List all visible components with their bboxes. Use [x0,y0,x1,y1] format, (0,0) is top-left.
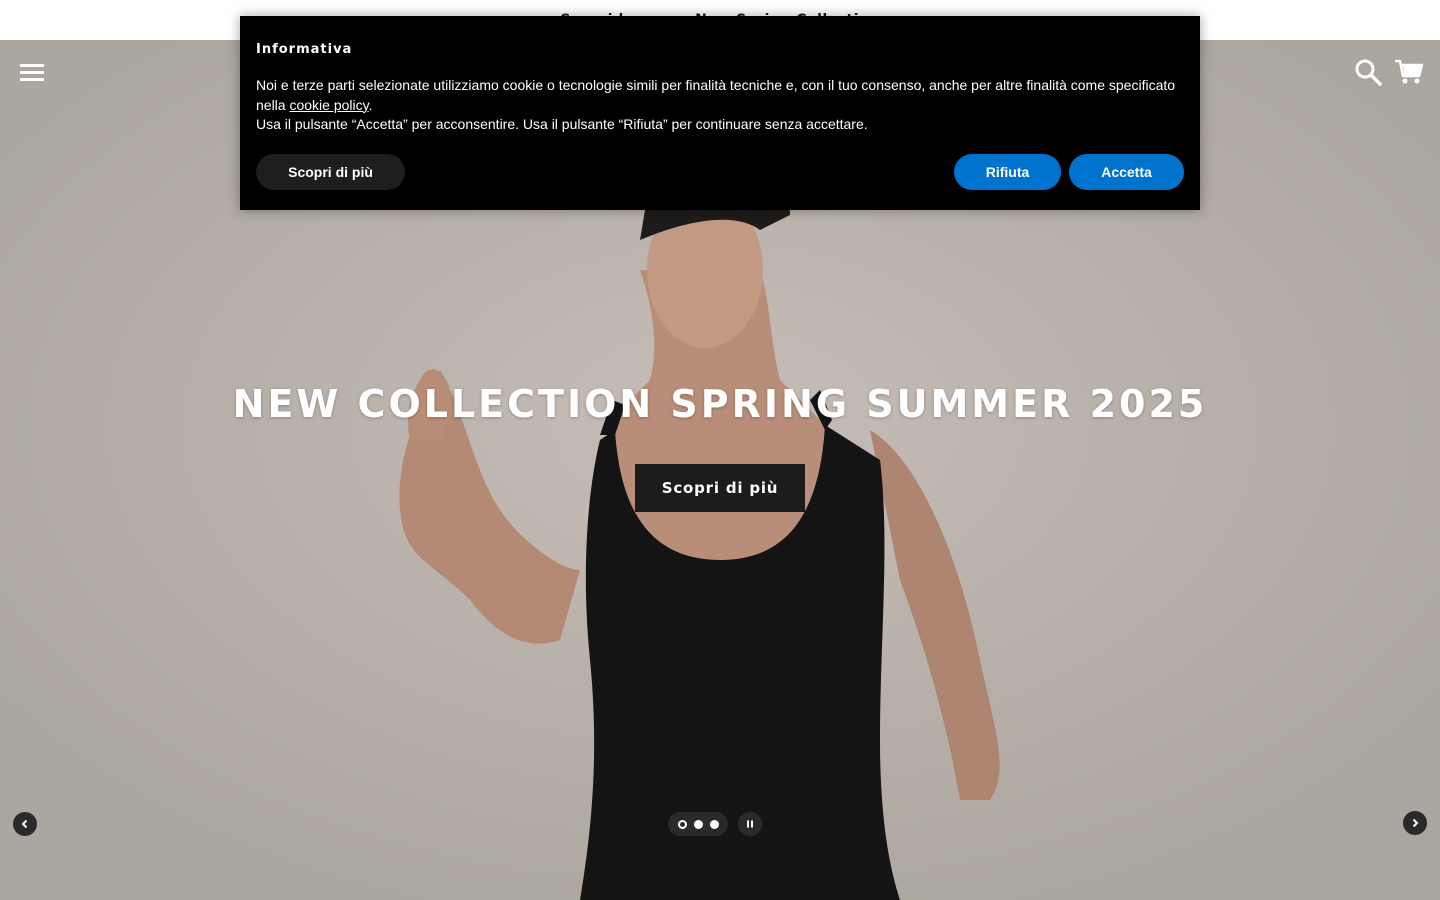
cookie-banner-title: Informativa [256,42,353,57]
slide-next-button[interactable] [1403,811,1427,835]
pause-icon [747,820,753,828]
chevron-left-icon [21,819,28,829]
cookie-reject-button[interactable]: Rifiuta [954,154,1061,190]
cart-icon[interactable] [1394,58,1424,86]
cookie-learn-more-button[interactable]: Scopri di più [256,154,405,190]
slide-dot-3[interactable] [709,819,719,829]
cookie-text-line-2: Usa il pulsante “Accetta” per acconsenti… [256,116,868,132]
cookie-banner: Informativa Noi e terze parti selezionat… [240,16,1200,210]
cookie-text-before-link: Noi e terze parti selezionate utilizziam… [256,77,1176,113]
chevron-right-icon [1412,818,1419,828]
hero-title: NEW COLLECTION SPRING SUMMER 2025 [232,382,1208,426]
cookie-accept-button[interactable]: Accetta [1069,154,1184,190]
cookie-text-line-1: Noi e terze parti selezionate utilizziam… [256,76,1186,115]
cookie-banner-text: Noi e terze parti selezionate utilizziam… [256,76,1186,135]
search-icon[interactable] [1354,58,1382,86]
cookie-policy-link[interactable]: cookie policy [289,97,368,113]
slide-prev-button[interactable] [13,812,37,836]
slide-dots [668,812,728,836]
slideshow-pause-button[interactable] [738,812,762,836]
menu-icon[interactable] [20,62,44,82]
slide-dot-2[interactable] [693,819,703,829]
slide-dot-1[interactable] [677,819,687,829]
hero-cta-button[interactable]: Scopri di più [635,464,805,512]
cookie-text-after-link: . [368,96,373,113]
